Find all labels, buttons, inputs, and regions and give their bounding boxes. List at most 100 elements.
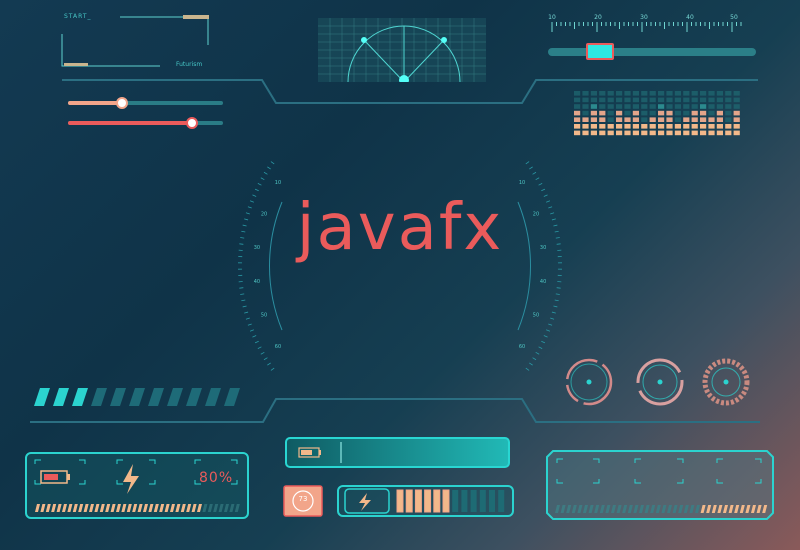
- dial-tick: [240, 293, 245, 295]
- stripe: [129, 388, 145, 406]
- dial-tick: [257, 183, 262, 186]
- eq-cell: [658, 130, 665, 136]
- eq-cell: [590, 104, 597, 109]
- eq-cell: [607, 91, 614, 96]
- battery-stripe: [229, 504, 235, 512]
- eq-cell: [683, 124, 690, 129]
- eq-cell: [658, 91, 665, 96]
- eq-cell: [649, 110, 656, 116]
- dial-tick: [260, 351, 265, 355]
- eq-cell: [607, 130, 614, 136]
- eq-cell: [632, 104, 639, 109]
- battery-stripe: [224, 504, 229, 512]
- eq-cell: [641, 117, 648, 122]
- dial-label: 40: [540, 279, 546, 285]
- slider-2-thumb[interactable]: [186, 117, 198, 129]
- eq-cell: [574, 130, 581, 136]
- dial-tick: [535, 351, 540, 355]
- eq-cell: [599, 124, 606, 129]
- dial-tick: [554, 299, 559, 302]
- battery-stripe: [143, 504, 148, 512]
- stripe: [72, 388, 88, 406]
- battery-stripe: [78, 504, 84, 512]
- stripe: [167, 388, 183, 406]
- battery-stripe: [72, 504, 78, 512]
- eq-cell: [691, 110, 698, 116]
- eq-cell: [658, 124, 665, 129]
- eq-cell: [658, 97, 665, 103]
- charge-bar: [470, 490, 477, 512]
- eq-cell: [666, 104, 673, 109]
- dial-tick: [270, 367, 275, 371]
- eq-cell: [683, 117, 690, 122]
- dial-tick: [551, 311, 556, 314]
- eq-cell: [716, 130, 723, 136]
- eq-cell: [708, 104, 715, 109]
- eq-cell: [582, 130, 589, 136]
- charge-bar: [396, 489, 404, 513]
- top-slider-thumb[interactable]: [586, 43, 614, 60]
- eq-cell: [607, 124, 614, 129]
- dial-label: 10: [519, 180, 525, 186]
- eq-cell: [632, 117, 639, 122]
- eq-cell: [683, 91, 690, 96]
- progress-stripes: [34, 388, 240, 406]
- charge-bar: [489, 490, 495, 512]
- eq-cell: [700, 117, 707, 122]
- eq-cell: [624, 104, 631, 109]
- eq-cell: [632, 124, 639, 129]
- eq-cell: [616, 91, 623, 96]
- charge-bar: [498, 490, 505, 512]
- battery-stripe: [218, 504, 224, 512]
- dial-tick: [249, 329, 254, 332]
- dial-tick: [550, 317, 555, 320]
- eq-cell: [658, 117, 665, 122]
- charge-bar: [414, 489, 422, 513]
- battery-stripe: [35, 504, 40, 512]
- dial-tick: [254, 340, 259, 344]
- stripe: [34, 388, 50, 406]
- progress-bar-decor: [298, 442, 342, 463]
- eq-cell: [674, 97, 681, 103]
- eq-cell: [607, 97, 614, 103]
- stripe: [186, 388, 202, 406]
- eq-cell: [716, 104, 723, 109]
- eq-cell: [666, 130, 673, 136]
- battery-stripe: [202, 504, 208, 512]
- eq-cell: [666, 117, 673, 122]
- eq-cell: [700, 91, 707, 96]
- stripe: [224, 388, 240, 406]
- dial-tick: [548, 323, 553, 326]
- charge-bar: [452, 490, 459, 512]
- eq-cell: [733, 130, 740, 136]
- eq-cell: [683, 104, 690, 109]
- eq-cell: [590, 110, 597, 116]
- top-slider-track[interactable]: [548, 48, 756, 56]
- battery-stripe: [126, 504, 132, 512]
- dial-label: 50: [261, 313, 267, 319]
- dial-tick: [532, 357, 537, 361]
- dial-label: 50: [533, 313, 539, 319]
- dial-tick: [529, 166, 533, 170]
- eq-cell: [616, 104, 623, 109]
- hud-screen: 60 50 40 30 20 10 10 20 30 40 50 60 START_ Futuris…: [0, 0, 800, 550]
- equalizer-widget: [574, 91, 740, 136]
- eq-cell: [700, 124, 707, 129]
- radar-widget: [318, 18, 486, 82]
- dial-tick: [538, 346, 543, 349]
- eq-cell: [666, 110, 673, 116]
- battery-stripe: [159, 504, 165, 512]
- eq-cell: [666, 97, 673, 103]
- eq-cell: [733, 117, 740, 122]
- eq-cell: [582, 117, 589, 122]
- dial-tick: [270, 161, 275, 165]
- dial-tick: [267, 362, 271, 366]
- dial-tick: [241, 299, 246, 302]
- eq-cell: [725, 91, 732, 96]
- eq-cell: [649, 117, 656, 122]
- eq-cell: [582, 104, 589, 109]
- right-panel: [546, 450, 774, 520]
- eq-cell: [599, 130, 606, 136]
- eq-cell: [607, 104, 614, 109]
- battery-stripe: [207, 504, 213, 512]
